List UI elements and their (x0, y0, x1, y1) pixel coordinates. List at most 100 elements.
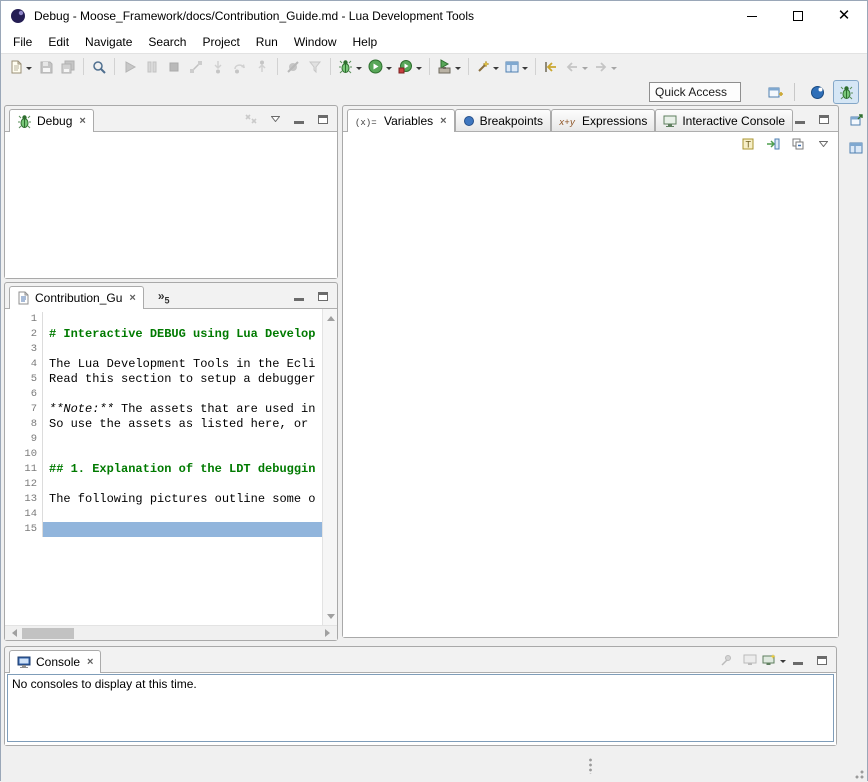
close-tab-icon[interactable]: × (440, 115, 446, 127)
editor-line-8[interactable]: 8So use the assets as listed here, or (5, 417, 322, 432)
view-menu-button[interactable] (813, 135, 833, 153)
display-selected-console-button[interactable] (740, 651, 760, 669)
editor-line-12[interactable]: 12 (5, 477, 322, 492)
maximize-button[interactable] (313, 287, 333, 305)
editor-line-14[interactable]: 14 (5, 507, 322, 522)
statusbar-grip[interactable] (589, 758, 592, 774)
editor-line-10[interactable]: 10 (5, 447, 322, 462)
editor-line-13[interactable]: 13The following pictures outline some o (5, 492, 322, 507)
tab-breakpoints[interactable]: Breakpoints (455, 109, 551, 131)
menu-file[interactable]: File (5, 32, 40, 52)
menu-edit[interactable]: Edit (40, 32, 77, 52)
editor-line-9[interactable]: 9 (5, 432, 322, 447)
menu-search[interactable]: Search (140, 32, 194, 52)
minimize-window-button[interactable] (729, 1, 775, 31)
close-tab-icon[interactable]: × (87, 656, 93, 668)
resume-button[interactable] (119, 56, 141, 78)
dropdown-arrow-icon[interactable] (582, 67, 588, 73)
terminate-button[interactable] (163, 56, 185, 78)
editor-vertical-scrollbar[interactable] (322, 309, 337, 625)
close-tab-icon[interactable]: × (79, 115, 85, 127)
restore-minimized-view-button[interactable] (845, 109, 867, 131)
close-window-button[interactable]: ✕ (821, 1, 867, 31)
scrollbar-thumb[interactable] (22, 628, 74, 639)
tab-contribution-guide[interactable]: Contribution_Gu × (9, 286, 144, 309)
step-into-button[interactable] (207, 56, 229, 78)
run-button[interactable] (365, 56, 395, 78)
scroll-left-icon[interactable] (5, 626, 20, 641)
external-tools-button[interactable] (434, 56, 464, 78)
editor-line-1[interactable]: 1 (5, 312, 322, 327)
scrollbar-track[interactable] (20, 626, 322, 640)
open-view-button[interactable] (502, 56, 531, 78)
dropdown-arrow-icon[interactable] (611, 67, 617, 73)
dropdown-arrow-icon[interactable] (386, 67, 392, 73)
editor-horizontal-scrollbar[interactable] (5, 625, 337, 640)
minimized-view-stack-button[interactable] (845, 137, 867, 159)
editor-line-11[interactable]: 11## 1. Explanation of the LDT debuggin (5, 462, 322, 477)
remove-all-terminated-button[interactable] (241, 110, 261, 128)
step-over-button[interactable] (229, 56, 251, 78)
search-button[interactable] (88, 56, 110, 78)
scroll-right-icon[interactable] (322, 626, 337, 641)
quick-access-box[interactable]: Quick Access (649, 82, 741, 102)
debug-perspective-button[interactable] (833, 80, 859, 104)
tab-debug[interactable]: Debug × (9, 109, 94, 132)
editor-content[interactable]: 12# Interactive DEBUG using Lua Develop3… (5, 308, 337, 640)
view-menu-button[interactable] (265, 110, 285, 128)
open-console-button[interactable] (764, 651, 784, 669)
show-type-names-button[interactable]: T (738, 135, 758, 153)
scroll-up-icon[interactable] (323, 309, 337, 323)
tab-expressions[interactable]: x+yExpressions (551, 109, 655, 131)
close-tab-icon[interactable]: × (129, 292, 135, 304)
open-perspective-button[interactable] (762, 80, 788, 104)
run-last-launched-button[interactable] (395, 56, 425, 78)
menu-help[interactable]: Help (345, 32, 386, 52)
dropdown-arrow-icon[interactable] (780, 660, 786, 666)
editor-line-4[interactable]: 4The Lua Development Tools in the Ecli (5, 357, 322, 372)
minimize-button[interactable] (788, 651, 808, 669)
dropdown-arrow-icon[interactable] (356, 67, 362, 73)
last-edit-location-button[interactable] (540, 56, 562, 78)
skip-all-breakpoints-button[interactable] (282, 56, 304, 78)
scroll-down-icon[interactable] (323, 611, 337, 625)
new-wizard-button[interactable] (473, 56, 502, 78)
menu-project[interactable]: Project (194, 32, 247, 52)
new-button[interactable] (6, 56, 35, 78)
editor-line-2[interactable]: 2# Interactive DEBUG using Lua Develop (5, 327, 322, 342)
dropdown-arrow-icon[interactable] (416, 67, 422, 73)
dropdown-arrow-icon[interactable] (522, 67, 528, 73)
menu-run[interactable]: Run (248, 32, 286, 52)
use-step-filters-button[interactable] (304, 56, 326, 78)
show-logical-structures-button[interactable] (763, 135, 783, 153)
tab-variables[interactable]: (x)=Variables× (347, 109, 455, 132)
tab-interactive-console[interactable]: Interactive Console (655, 109, 793, 131)
menu-window[interactable]: Window (286, 32, 345, 52)
dropdown-arrow-icon[interactable] (26, 67, 32, 73)
dropdown-arrow-icon[interactable] (455, 67, 461, 73)
menu-navigate[interactable]: Navigate (77, 32, 140, 52)
maximize-button[interactable] (313, 110, 333, 128)
collapse-all-button[interactable] (788, 135, 808, 153)
editor-line-5[interactable]: 5Read this section to setup a debugger (5, 372, 322, 387)
minimize-button[interactable] (289, 110, 309, 128)
disconnect-button[interactable] (185, 56, 207, 78)
editor-line-15[interactable]: 15 (5, 522, 322, 537)
dropdown-arrow-icon[interactable] (493, 67, 499, 73)
editor-line-6[interactable]: 6 (5, 387, 322, 402)
editor-tab-overflow[interactable]: »5 (158, 289, 170, 308)
tab-console[interactable]: Console × (9, 650, 101, 673)
debug-button[interactable] (335, 56, 365, 78)
forward-button[interactable] (591, 56, 620, 78)
minimize-button[interactable] (289, 287, 309, 305)
pin-console-button[interactable] (716, 651, 736, 669)
step-return-button[interactable] (251, 56, 273, 78)
editor-line-7[interactable]: 7**Note:** The assets that are used in (5, 402, 322, 417)
save-button[interactable] (35, 56, 57, 78)
console-text-area[interactable]: No consoles to display at this time. (7, 674, 834, 742)
maximize-window-button[interactable] (775, 1, 821, 31)
save-all-button[interactable] (57, 56, 79, 78)
maximize-button[interactable] (812, 651, 832, 669)
lua-perspective-button[interactable] (804, 80, 830, 104)
suspend-button[interactable] (141, 56, 163, 78)
